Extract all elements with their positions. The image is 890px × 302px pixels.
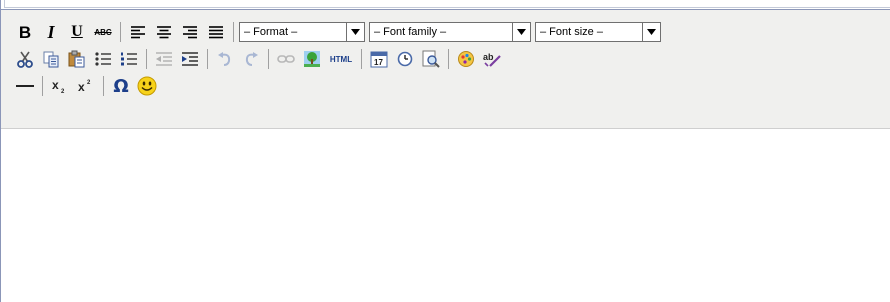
insert-time-button[interactable] bbox=[393, 47, 417, 71]
align-justify-button[interactable] bbox=[204, 20, 228, 44]
numbered-list-button[interactable] bbox=[117, 47, 141, 71]
editor-toolbar: B I U ABC – Format – – Font family – – F… bbox=[1, 10, 890, 129]
font-family-select[interactable]: – Font family – bbox=[369, 22, 531, 42]
align-right-icon bbox=[183, 26, 197, 39]
special-char-button[interactable]: Ω bbox=[109, 74, 133, 98]
copy-icon bbox=[43, 51, 59, 68]
underline-icon: U bbox=[71, 23, 83, 40]
strikethrough-button[interactable]: ABC bbox=[91, 20, 115, 44]
separator bbox=[207, 49, 208, 69]
color-icon bbox=[458, 51, 474, 67]
preview-icon bbox=[422, 50, 440, 68]
redo-icon bbox=[245, 52, 258, 66]
undo-button[interactable] bbox=[213, 47, 237, 71]
align-center-icon bbox=[157, 26, 171, 39]
numbered-list-icon bbox=[121, 52, 137, 66]
separator bbox=[361, 49, 362, 69]
separator bbox=[268, 49, 269, 69]
outdent-icon bbox=[156, 52, 172, 66]
separator bbox=[120, 22, 121, 42]
separator bbox=[103, 76, 104, 96]
cut-icon bbox=[17, 51, 33, 68]
format-select[interactable]: – Format – bbox=[239, 22, 365, 42]
svg-text:2: 2 bbox=[61, 89, 65, 94]
special-char-icon: Ω bbox=[113, 75, 129, 97]
underline-button[interactable]: U bbox=[65, 20, 89, 44]
superscript-icon: x 2 bbox=[78, 80, 91, 94]
insert-date-icon: 17 bbox=[370, 51, 388, 68]
emoticon-icon bbox=[137, 76, 157, 96]
separator bbox=[42, 76, 43, 96]
indent-icon bbox=[182, 52, 198, 66]
spellcheck-icon: ab bbox=[483, 52, 501, 67]
superscript-button[interactable]: x 2 bbox=[74, 74, 98, 98]
outdent-button[interactable] bbox=[152, 47, 176, 71]
link-button[interactable] bbox=[274, 47, 298, 71]
paste-icon bbox=[68, 50, 85, 68]
redo-button[interactable] bbox=[239, 47, 263, 71]
editor-frame: B I U ABC – Format – – Font family – – F… bbox=[0, 0, 890, 302]
separator bbox=[448, 49, 449, 69]
editor-content-area[interactable] bbox=[1, 129, 890, 302]
align-right-button[interactable] bbox=[178, 20, 202, 44]
emoticon-button[interactable] bbox=[135, 74, 159, 98]
preview-button[interactable] bbox=[419, 47, 443, 71]
chevron-down-icon bbox=[346, 23, 364, 41]
svg-text:x: x bbox=[52, 78, 59, 92]
format-select-value: – Format – bbox=[244, 26, 298, 38]
separator bbox=[233, 22, 234, 42]
font-size-select-value: – Font size – bbox=[540, 26, 603, 38]
align-left-icon bbox=[131, 26, 145, 39]
font-family-select-value: – Font family – bbox=[374, 26, 447, 38]
horizontal-rule-icon bbox=[16, 85, 34, 87]
image-icon bbox=[304, 51, 320, 67]
strikethrough-icon: ABC bbox=[94, 27, 112, 37]
chevron-down-icon bbox=[512, 23, 530, 41]
horizontal-rule-button[interactable] bbox=[13, 74, 37, 98]
cut-button[interactable] bbox=[13, 47, 37, 71]
italic-button[interactable]: I bbox=[39, 20, 63, 44]
bold-icon: B bbox=[18, 22, 32, 42]
svg-text:ab: ab bbox=[483, 52, 494, 62]
svg-text:17: 17 bbox=[374, 58, 383, 67]
align-center-button[interactable] bbox=[152, 20, 176, 44]
html-icon: HTML bbox=[329, 54, 353, 64]
svg-text:x: x bbox=[78, 80, 85, 94]
indent-button[interactable] bbox=[178, 47, 202, 71]
italic-icon: I bbox=[47, 22, 55, 42]
image-button[interactable] bbox=[300, 47, 324, 71]
separator bbox=[146, 49, 147, 69]
bold-button[interactable]: B bbox=[13, 20, 37, 44]
subscript-button[interactable]: x 2 bbox=[48, 74, 72, 98]
toolbar-row-3: x 2 x 2 Ω bbox=[13, 72, 161, 100]
bullet-list-icon bbox=[95, 52, 111, 66]
toolbar-row-2: HTML 17 ab bbox=[13, 45, 506, 73]
undo-icon bbox=[218, 52, 231, 66]
html-source-button[interactable]: HTML bbox=[326, 47, 356, 71]
align-justify-icon bbox=[209, 26, 223, 39]
insert-time-icon bbox=[397, 51, 413, 67]
paste-button[interactable] bbox=[65, 47, 89, 71]
copy-button[interactable] bbox=[39, 47, 63, 71]
color-button[interactable] bbox=[454, 47, 478, 71]
subscript-icon: x 2 bbox=[52, 78, 65, 94]
insert-date-button[interactable]: 17 bbox=[367, 47, 391, 71]
toolbar-row-1: B I U ABC – Format – – Font family – – F… bbox=[13, 18, 665, 46]
chevron-down-icon bbox=[642, 23, 660, 41]
spellcheck-button[interactable]: ab bbox=[480, 47, 504, 71]
top-border bbox=[0, 0, 890, 10]
bullet-list-button[interactable] bbox=[91, 47, 115, 71]
font-size-select[interactable]: – Font size – bbox=[535, 22, 661, 42]
align-left-button[interactable] bbox=[126, 20, 150, 44]
link-icon bbox=[277, 55, 295, 63]
svg-text:2: 2 bbox=[87, 80, 91, 86]
